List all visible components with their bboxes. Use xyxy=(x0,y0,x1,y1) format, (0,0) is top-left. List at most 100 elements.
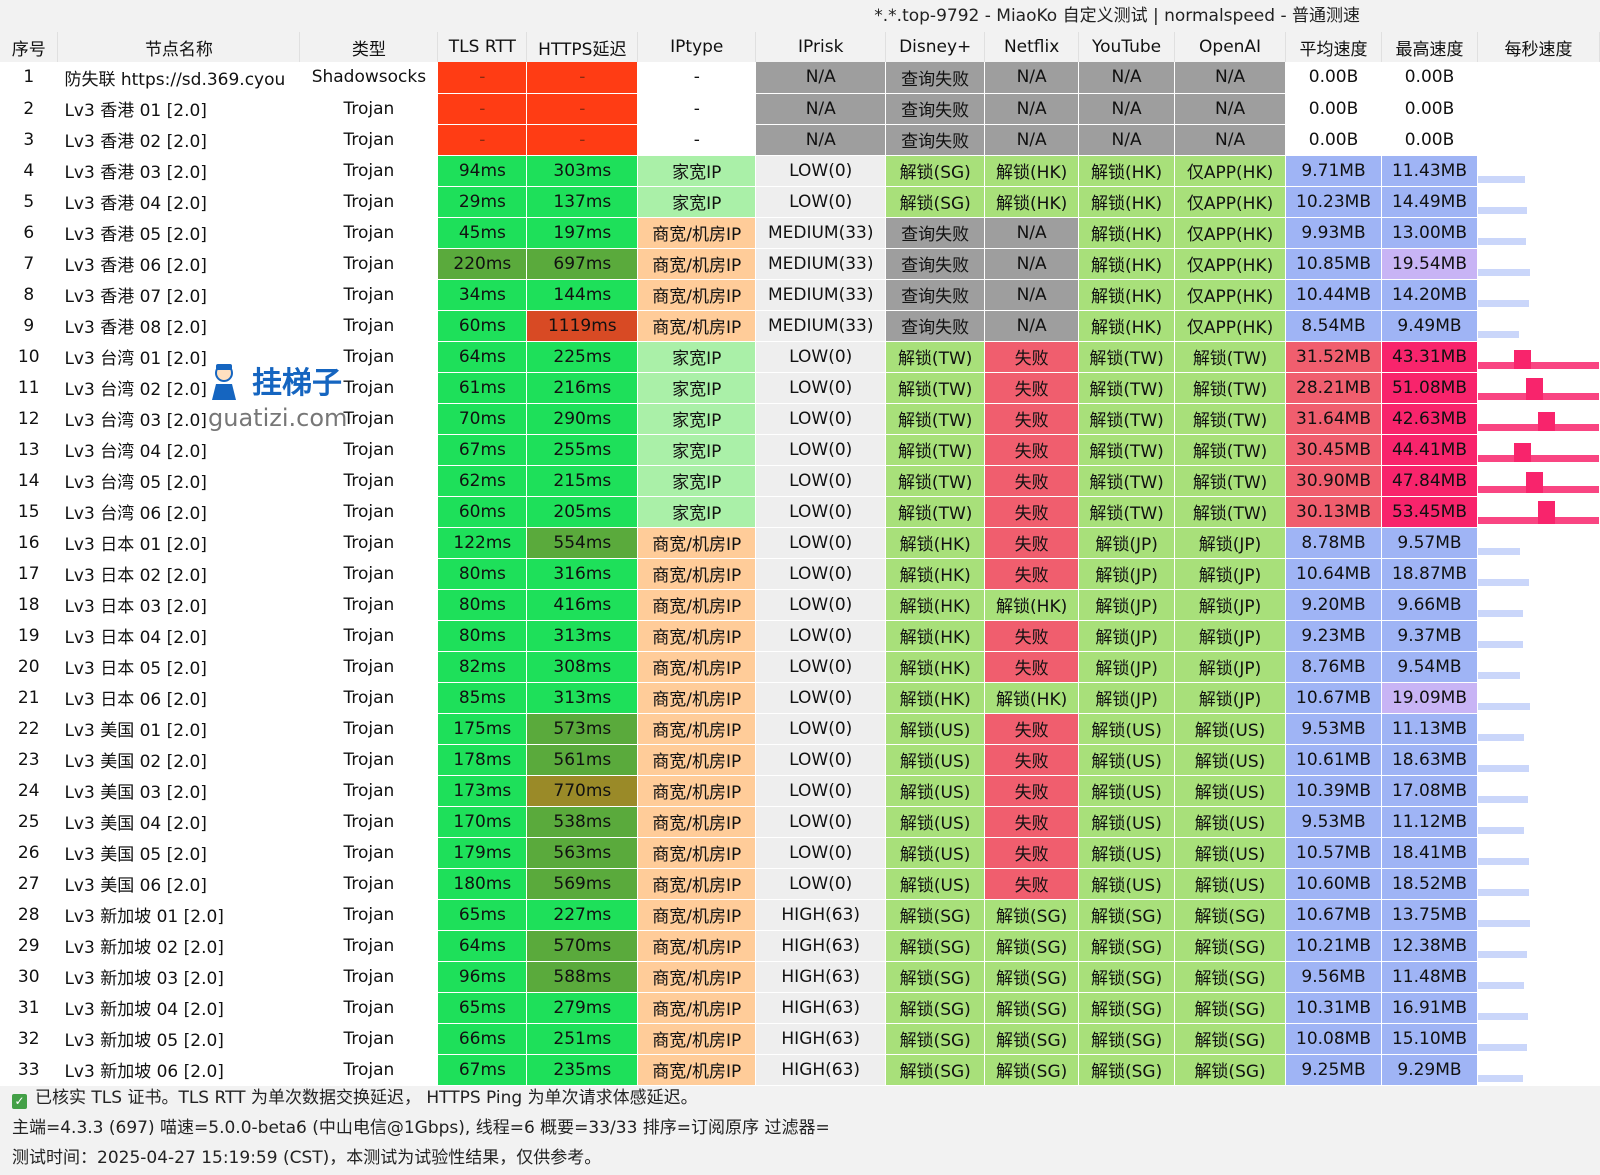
table-row[interactable]: 31 Lv3 新加坡 04 [2.0] Trojan 65ms 279ms 商宽/机房IP… xyxy=(0,992,1600,1024)
table-row[interactable]: 11 Lv3 台湾 02 [2.0] Trojan 61ms 216ms 家宽IP LOW(… xyxy=(0,372,1600,404)
youtube-status: 解锁(TW) xyxy=(1078,341,1176,373)
ip-risk: LOW(0) xyxy=(755,713,887,745)
window-title: *.*.top-9792 - MiaoKo 自定义测试 | normalspee… xyxy=(874,6,1360,26)
ip-type: - xyxy=(637,93,757,125)
table-row[interactable]: 27 Lv3 美国 06 [2.0] Trojan 180ms 569ms 商宽/机房IP… xyxy=(0,868,1600,900)
table-row[interactable]: 19 Lv3 日本 04 [2.0] Trojan 80ms 313ms 商宽/机房IP L… xyxy=(0,620,1600,652)
column-header[interactable]: 序号 xyxy=(0,32,59,62)
table-row[interactable]: 3 Lv3 香港 02 [2.0] Trojan - - - N/A 查询失败 N/A N/A N/… xyxy=(0,124,1600,156)
protocol-type: Trojan xyxy=(299,155,439,187)
table-row[interactable]: 32 Lv3 新加坡 05 [2.0] Trojan 66ms 251ms 商宽/机房IP… xyxy=(0,1023,1600,1055)
table-row[interactable]: 29 Lv3 新加坡 02 [2.0] Trojan 64ms 570ms 商宽/机房IP… xyxy=(0,930,1600,962)
table-row[interactable]: 17 Lv3 日本 02 [2.0] Trojan 80ms 316ms 商宽/机房IP L… xyxy=(0,558,1600,590)
row-index: 27 xyxy=(0,868,59,900)
node-name: Lv3 香港 06 [2.0] xyxy=(57,248,301,280)
speed-bar xyxy=(1477,733,1525,741)
ip-risk: LOW(0) xyxy=(755,186,887,218)
table-row[interactable]: 10 Lv3 台湾 01 [2.0] Trojan 64ms 225ms 家宽IP LOW(… xyxy=(0,341,1600,373)
max-speed: 19.54MB xyxy=(1381,248,1478,280)
netflix-status: 解锁(HK) xyxy=(984,186,1080,218)
column-header[interactable]: 平均速度 xyxy=(1285,32,1382,62)
column-header[interactable]: 每秒速度 xyxy=(1477,32,1600,62)
tls-rtt: 64ms xyxy=(437,930,528,962)
column-header[interactable]: IPrisk xyxy=(755,32,887,62)
column-header[interactable]: OpenAI xyxy=(1174,32,1287,62)
table-row[interactable]: 25 Lv3 美国 04 [2.0] Trojan 170ms 538ms 商宽/机房IP… xyxy=(0,806,1600,838)
column-header[interactable]: TLS RTT xyxy=(437,32,528,62)
table-row[interactable]: 15 Lv3 台湾 06 [2.0] Trojan 60ms 205ms 家宽IP LOW(… xyxy=(0,496,1600,528)
openai-status: 解锁(JP) xyxy=(1174,527,1287,559)
column-header[interactable]: HTTPS延迟 xyxy=(526,32,639,62)
disney-status: 解锁(SG) xyxy=(885,992,986,1024)
netflix-status: 失败 xyxy=(984,403,1080,435)
protocol-type: Trojan xyxy=(299,775,439,807)
openai-status: 解锁(JP) xyxy=(1174,589,1287,621)
column-header[interactable]: Netflix xyxy=(984,32,1080,62)
disney-status: 查询失败 xyxy=(885,124,986,156)
table-row[interactable]: 7 Lv3 香港 06 [2.0] Trojan 220ms 697ms 商宽/机房IP M… xyxy=(0,248,1600,280)
table-row[interactable]: 20 Lv3 日本 05 [2.0] Trojan 82ms 308ms 商宽/机房IP L… xyxy=(0,651,1600,683)
ip-type: 商宽/机房IP xyxy=(637,961,757,993)
youtube-status: 解锁(SG) xyxy=(1078,961,1176,993)
table-row[interactable]: 28 Lv3 新加坡 01 [2.0] Trojan 65ms 227ms 商宽/机房IP… xyxy=(0,899,1600,931)
youtube-status: 解锁(US) xyxy=(1078,837,1176,869)
table-row[interactable]: 2 Lv3 香港 01 [2.0] Trojan - - - N/A 查询失败 N/A N/A N/… xyxy=(0,93,1600,125)
youtube-status: 解锁(TW) xyxy=(1078,465,1176,497)
column-header[interactable]: IPtype xyxy=(637,32,757,62)
netflix-status: 失败 xyxy=(984,775,1080,807)
table-row[interactable]: 23 Lv3 美国 02 [2.0] Trojan 178ms 561ms 商宽/机房IP… xyxy=(0,744,1600,776)
tls-rtt: 179ms xyxy=(437,837,528,869)
table-row[interactable]: 18 Lv3 日本 03 [2.0] Trojan 80ms 416ms 商宽/机房IP L… xyxy=(0,589,1600,621)
column-header[interactable]: 最高速度 xyxy=(1381,32,1478,62)
table-row[interactable]: 12 Lv3 台湾 03 [2.0] Trojan 70ms 290ms 家宽IP LOW(… xyxy=(0,403,1600,435)
node-name: Lv3 日本 02 [2.0] xyxy=(57,558,301,590)
protocol-type: Trojan xyxy=(299,589,439,621)
per-second-speed-graph xyxy=(1477,589,1600,621)
disney-status: 解锁(TW) xyxy=(885,341,986,373)
max-speed: 9.57MB xyxy=(1381,527,1478,559)
per-second-speed-graph xyxy=(1477,620,1600,652)
table-row[interactable]: 24 Lv3 美国 03 [2.0] Trojan 173ms 770ms 商宽/机房IP… xyxy=(0,775,1600,807)
table-row[interactable]: 16 Lv3 日本 01 [2.0] Trojan 122ms 554ms 商宽/机房IP… xyxy=(0,527,1600,559)
disney-status: 解锁(TW) xyxy=(885,465,986,497)
table-row[interactable]: 14 Lv3 台湾 05 [2.0] Trojan 62ms 215ms 家宽IP LOW(… xyxy=(0,465,1600,497)
netflix-status: N/A xyxy=(984,279,1080,311)
node-name: Lv3 香港 08 [2.0] xyxy=(57,310,301,342)
ip-risk: LOW(0) xyxy=(755,403,887,435)
ip-risk: LOW(0) xyxy=(755,465,887,497)
table-row[interactable]: 26 Lv3 美国 05 [2.0] Trojan 179ms 563ms 商宽/机房IP… xyxy=(0,837,1600,869)
max-speed: 11.13MB xyxy=(1381,713,1478,745)
netflix-status: 解锁(SG) xyxy=(984,930,1080,962)
table-row[interactable]: 5 Lv3 香港 04 [2.0] Trojan 29ms 137ms 家宽IP LOW(0… xyxy=(0,186,1600,218)
avg-speed: 8.54MB xyxy=(1285,310,1382,342)
column-header[interactable]: 类型 xyxy=(299,32,439,62)
table-row[interactable]: 6 Lv3 香港 05 [2.0] Trojan 45ms 197ms 商宽/机房IP ME… xyxy=(0,217,1600,249)
table-row[interactable]: 30 Lv3 新加坡 03 [2.0] Trojan 96ms 588ms 商宽/机房IP… xyxy=(0,961,1600,993)
disney-status: 解锁(SG) xyxy=(885,930,986,962)
table-row[interactable]: 22 Lv3 美国 01 [2.0] Trojan 175ms 573ms 商宽/机房IP… xyxy=(0,713,1600,745)
table-row[interactable]: 8 Lv3 香港 07 [2.0] Trojan 34ms 144ms 商宽/机房IP ME… xyxy=(0,279,1600,311)
speed-bar xyxy=(1477,578,1530,586)
column-header[interactable]: YouTube xyxy=(1078,32,1176,62)
disney-status: 解锁(TW) xyxy=(885,434,986,466)
netflix-status: 失败 xyxy=(984,837,1080,869)
table-row[interactable]: 9 Lv3 香港 08 [2.0] Trojan 60ms 1119ms 商宽/机房IP M… xyxy=(0,310,1600,342)
avg-speed: 9.53MB xyxy=(1285,806,1382,838)
column-header[interactable]: Disney+ xyxy=(885,32,986,62)
column-header[interactable]: 节点名称 xyxy=(57,32,301,62)
table-row[interactable]: 1 防失联 https://sd.369.cyou Shadowsocks - - - N/… xyxy=(0,62,1600,94)
table-row[interactable]: 4 Lv3 香港 03 [2.0] Trojan 94ms 303ms 家宽IP LOW(0… xyxy=(0,155,1600,187)
avg-speed: 9.25MB xyxy=(1285,1054,1382,1086)
table-row[interactable]: 13 Lv3 台湾 04 [2.0] Trojan 67ms 255ms 家宽IP LOW(… xyxy=(0,434,1600,466)
speed-bar xyxy=(1477,795,1529,803)
table-row[interactable]: 33 Lv3 新加坡 06 [2.0] Trojan 67ms 235ms 商宽/机房IP… xyxy=(0,1054,1600,1086)
ip-risk: MEDIUM(33) xyxy=(755,217,887,249)
table-row[interactable]: 21 Lv3 日本 06 [2.0] Trojan 85ms 313ms 商宽/机房IP L… xyxy=(0,682,1600,714)
disney-status: 解锁(SG) xyxy=(885,899,986,931)
youtube-status: 解锁(JP) xyxy=(1078,620,1176,652)
row-index: 33 xyxy=(0,1054,59,1086)
row-index: 17 xyxy=(0,558,59,590)
speed-bar xyxy=(1477,175,1525,183)
protocol-type: Trojan xyxy=(299,217,439,249)
ip-risk: HIGH(63) xyxy=(755,961,887,993)
